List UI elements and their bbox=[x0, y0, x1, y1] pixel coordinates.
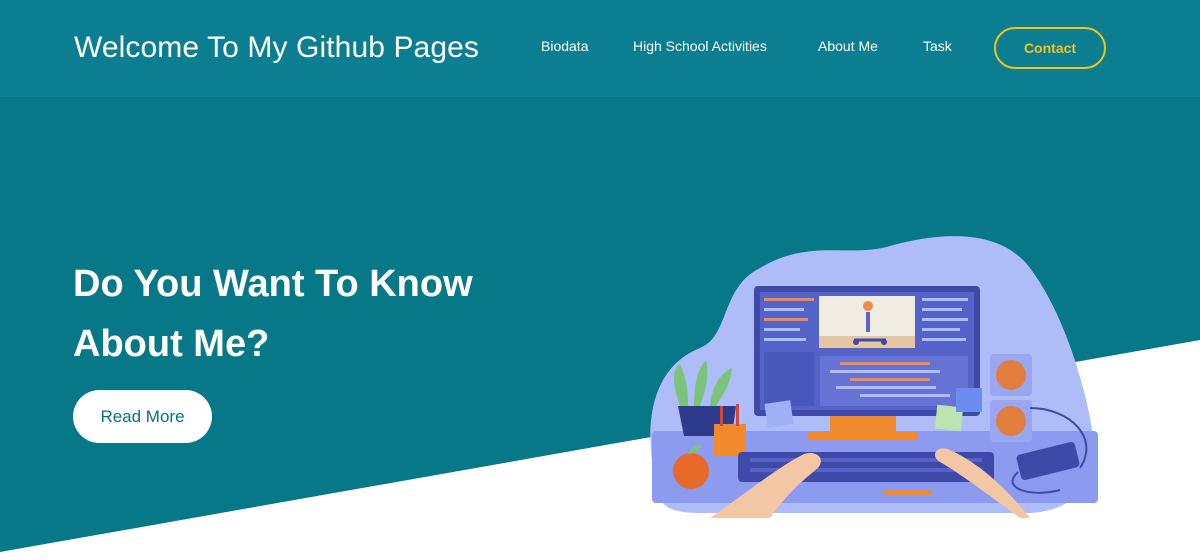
hero-headline: Do You Want To Know About Me? bbox=[73, 263, 473, 365]
read-more-button[interactable]: Read More bbox=[73, 390, 212, 443]
navbar: Welcome To My Github Pages Biodata High … bbox=[0, 0, 1200, 97]
nav-link-task[interactable]: Task bbox=[923, 38, 952, 54]
contact-button[interactable]: Contact bbox=[994, 27, 1106, 69]
nav-link-biodata[interactable]: Biodata bbox=[541, 38, 588, 54]
hero-illustration bbox=[650, 236, 1098, 518]
nav-link-high-school-activities[interactable]: High School Activities bbox=[633, 38, 767, 54]
pencil-cup bbox=[714, 424, 746, 456]
site-title[interactable]: Welcome To My Github Pages bbox=[74, 31, 479, 65]
nav-link-about-me[interactable]: About Me bbox=[818, 38, 878, 54]
apple bbox=[673, 453, 709, 489]
monitor-stand bbox=[830, 416, 896, 432]
